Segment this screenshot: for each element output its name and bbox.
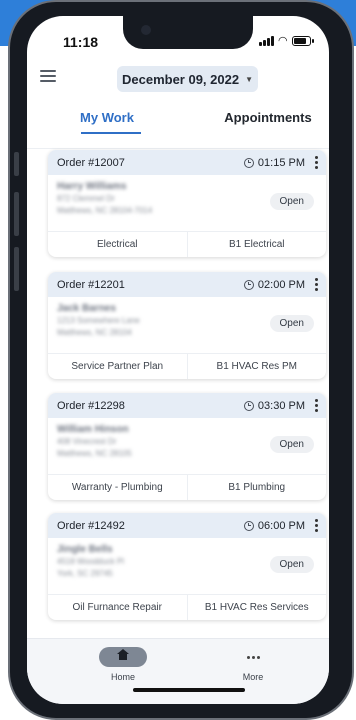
wifi-icon: ◠ — [278, 35, 288, 47]
active-tab-indicator — [81, 132, 141, 134]
order-card[interactable]: Order #12298 03:30 PM William Hinson 408… — [48, 393, 326, 500]
order-time: 06:00 PM — [257, 519, 305, 532]
order-card-body: Harry Williams 872 Clemmel Dr Matthews, … — [48, 175, 326, 231]
order-number: Order #12007 — [57, 156, 125, 169]
kebab-menu-icon[interactable] — [315, 399, 318, 412]
order-time: 02:00 PM — [257, 278, 305, 291]
order-number: Order #12201 — [57, 278, 125, 291]
order-card-header: Order #12007 01:15 PM — [48, 150, 326, 175]
tab-appointments[interactable]: Appointments — [213, 110, 323, 125]
customer-name: Harry Williams — [57, 181, 127, 192]
order-card-header: Order #12492 06:00 PM — [48, 513, 326, 538]
battery-icon — [291, 35, 314, 46]
nav-more-label: More — [242, 672, 264, 682]
customer-name: Jack Barnes — [57, 303, 116, 314]
bottom-navigation: Home More — [27, 638, 329, 704]
clock-icon — [243, 157, 254, 168]
volume-up-button — [14, 192, 19, 236]
order-card-body: Jingle Bells 4518 Woodduck Pl York, SC 2… — [48, 538, 326, 594]
service-type: Warranty - Plumbing — [48, 475, 188, 500]
clock-icon — [243, 400, 254, 411]
order-card-footer: Oil Furnance Repair B1 HVAC Res Services — [48, 594, 326, 620]
order-number: Order #12298 — [57, 399, 125, 412]
clock-icon — [243, 520, 254, 531]
status-badge: Open — [269, 556, 314, 573]
signal-icon — [259, 35, 274, 46]
nav-home[interactable]: Home — [93, 647, 153, 682]
home-indicator — [133, 688, 245, 692]
division: B1 Electrical — [228, 239, 285, 250]
status-icons: ◠ — [259, 34, 314, 47]
volume-down-button — [14, 247, 19, 291]
service-type: Electrical — [48, 232, 188, 257]
more-icon — [223, 647, 283, 667]
nav-more[interactable]: More — [223, 647, 283, 682]
date-label: December 09, 2022 — [121, 71, 240, 87]
status-time: 11:18 — [63, 34, 99, 50]
hamburger-menu-icon[interactable] — [40, 70, 56, 82]
status-badge: Open — [269, 436, 314, 453]
order-card[interactable]: Order #12492 06:00 PM Jingle Bells 4518 … — [48, 513, 326, 620]
division: B1 Plumbing — [228, 482, 286, 493]
mute-switch — [14, 152, 19, 176]
tab-divider — [27, 148, 329, 149]
order-time: 01:15 PM — [257, 156, 305, 169]
home-icon — [117, 648, 129, 662]
kebab-menu-icon[interactable] — [315, 519, 318, 532]
status-badge: Open — [269, 193, 314, 210]
nav-home-label: Home — [110, 672, 135, 682]
notch — [123, 16, 253, 49]
order-card-body: Jack Barnes 1213 Somewhere Lane Matthews… — [48, 297, 326, 353]
chevron-down-icon: ▼ — [245, 74, 253, 84]
order-time: 03:30 PM — [257, 399, 305, 412]
customer-name: William Hinson — [57, 424, 129, 435]
service-type: Oil Furnance Repair — [48, 595, 188, 620]
camera-dot — [141, 25, 151, 35]
order-card-footer: Warranty - Plumbing B1 Plumbing — [48, 474, 326, 500]
order-card[interactable]: Order #12201 02:00 PM Jack Barnes 1213 S… — [48, 272, 326, 379]
order-number: Order #12492 — [57, 519, 125, 532]
kebab-menu-icon[interactable] — [315, 278, 318, 291]
service-type: Service Partner Plan — [48, 354, 188, 379]
customer-name: Jingle Bells — [57, 544, 113, 555]
clock-icon — [243, 279, 254, 290]
kebab-menu-icon[interactable] — [315, 156, 318, 169]
status-badge: Open — [269, 315, 314, 332]
order-card-body: William Hinson 408 Vinecrest Dr Matthews… — [48, 418, 326, 474]
division: B1 HVAC Res PM — [216, 361, 297, 372]
home-icon-pill — [99, 647, 147, 667]
date-selector[interactable]: December 09, 2022 ▼ — [117, 66, 258, 92]
order-card-footer: Electrical B1 Electrical — [48, 231, 326, 257]
order-card-footer: Service Partner Plan B1 HVAC Res PM — [48, 353, 326, 379]
tab-my-work[interactable]: My Work — [53, 110, 161, 125]
order-card-header: Order #12201 02:00 PM — [48, 272, 326, 297]
order-card-header: Order #12298 03:30 PM — [48, 393, 326, 418]
division: B1 HVAC Res Services — [204, 602, 309, 613]
order-card[interactable]: Order #12007 01:15 PM Harry Williams 872… — [48, 150, 326, 257]
